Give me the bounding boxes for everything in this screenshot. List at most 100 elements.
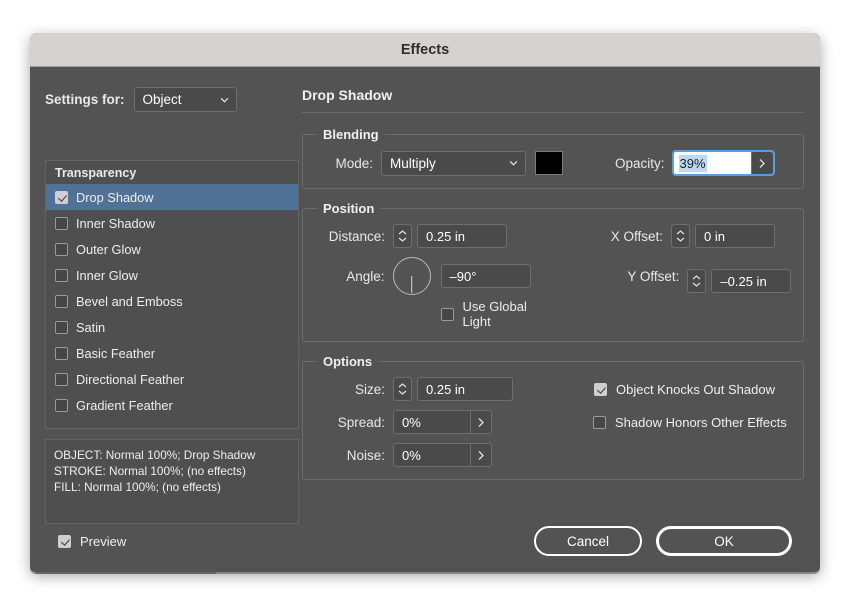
checkbox-bevel-and-emboss[interactable]	[55, 294, 68, 308]
dialog-titlebar: Effects	[30, 33, 820, 67]
y-offset-label: Y Offset:	[627, 269, 680, 284]
noise-popup-button[interactable]	[470, 443, 492, 467]
y-offset-input[interactable]: –0.25 in	[711, 269, 791, 293]
list-item-basic-feather[interactable]: Basic Feather	[46, 340, 298, 366]
shadow-honors-row[interactable]: Shadow Honors Other Effects	[593, 415, 787, 430]
distance-stepper[interactable]	[393, 224, 412, 248]
list-item-label: Basic Feather	[76, 345, 155, 361]
blend-mode-value: Multiply	[390, 155, 436, 171]
checkbox-basic-feather[interactable]	[55, 346, 68, 360]
chevron-right-icon	[759, 158, 765, 168]
distance-input[interactable]: 0.25 in	[417, 224, 507, 248]
checkbox-inner-shadow[interactable]	[55, 216, 68, 230]
checkbox-directional-feather[interactable]	[55, 372, 68, 386]
angle-label: Angle:	[346, 269, 385, 284]
blend-mode-label: Mode:	[335, 155, 373, 171]
checkbox-use-global-light[interactable]	[440, 307, 454, 321]
angle-dial[interactable]	[392, 257, 431, 295]
cancel-button[interactable]: Cancel	[534, 526, 642, 556]
angle-row: Angle: –90° Use Global Light Y Offset: –…	[315, 257, 791, 329]
list-item-label: Drop Shadow	[76, 189, 154, 205]
list-item-directional-feather[interactable]: Directional Feather	[46, 366, 298, 392]
use-global-light-row[interactable]: Use Global Light	[440, 299, 558, 329]
list-item-label: Bevel and Emboss	[76, 293, 183, 309]
size-stepper[interactable]	[393, 377, 412, 401]
angle-input[interactable]: –90°	[440, 264, 531, 288]
effects-dialog: Effects Settings for: Object Transparenc…	[30, 33, 820, 572]
checkbox-preview[interactable]	[58, 534, 71, 548]
opacity-popup-button[interactable]	[750, 152, 773, 174]
size-row: Size: 0.25 in Object Knocks Out Shadow	[315, 377, 791, 401]
chevron-down-icon	[693, 282, 701, 287]
checkbox-gradient-feather[interactable]	[55, 398, 68, 412]
panel-divider	[302, 112, 804, 113]
distance-row: Distance: 0.25 in X Offset: 0 in	[315, 224, 791, 248]
dialog-footer: Preview Cancel OK	[30, 510, 820, 572]
knocks-out-shadow-row[interactable]: Object Knocks Out Shadow	[594, 382, 775, 397]
effects-list-header: Transparency	[55, 166, 137, 180]
checkbox-outer-glow[interactable]	[55, 242, 68, 256]
preview-label: Preview	[80, 533, 127, 549]
checkbox-object-knocks-out-shadow[interactable]	[594, 382, 607, 396]
shadow-honors-label: Shadow Honors Other Effects	[615, 414, 787, 430]
chevron-down-icon	[676, 237, 685, 242]
shadow-color-swatch[interactable]	[535, 151, 563, 175]
checkbox-satin[interactable]	[55, 320, 68, 334]
x-offset-input[interactable]: 0 in	[695, 224, 775, 248]
distance-label: Distance:	[328, 228, 385, 244]
blend-mode-row: Mode: Multiply Opacity: 39%	[315, 150, 791, 176]
summary-line-object: OBJECT: Normal 100%; Drop Shadow	[54, 448, 256, 462]
chevron-up-icon	[693, 275, 701, 280]
position-legend: Position	[323, 201, 375, 216]
size-input[interactable]: 0.25 in	[417, 377, 513, 401]
opacity-label: Opacity:	[615, 155, 665, 171]
screen: Effects Settings for: Object Transparenc…	[0, 0, 850, 603]
list-item-gradient-feather[interactable]: Gradient Feather	[46, 392, 298, 418]
checkbox-inner-glow[interactable]	[55, 268, 68, 282]
spread-popup-button[interactable]	[470, 410, 492, 434]
x-offset-stepper[interactable]	[671, 224, 690, 248]
use-global-light-label: Use Global Light	[462, 299, 527, 329]
chevron-down-icon	[509, 160, 518, 166]
chevron-up-icon	[398, 383, 407, 388]
opacity-value-text[interactable]: 39%	[674, 154, 751, 172]
opacity-value: 39%	[678, 154, 707, 172]
settings-for-select[interactable]: Object	[133, 87, 237, 112]
preview-row[interactable]: Preview	[58, 534, 126, 549]
list-item-drop-shadow[interactable]: Drop Shadow	[46, 184, 298, 210]
opacity-input[interactable]: 39%	[671, 150, 775, 176]
list-item-satin[interactable]: Satin	[46, 314, 298, 340]
chevron-right-icon	[478, 417, 484, 427]
list-item-inner-shadow[interactable]: Inner Shadow	[46, 210, 298, 236]
chevron-down-icon	[398, 390, 407, 395]
position-group: Position Distance: 0.25 in X Offset: 0 i…	[302, 201, 804, 342]
noise-label: Noise:	[346, 447, 385, 463]
spread-input[interactable]: 0%	[393, 410, 471, 434]
effects-list[interactable]: Transparency Drop Shadow Inner Shadow Ou…	[45, 160, 299, 429]
blending-legend: Blending	[323, 127, 379, 142]
list-item-outer-glow[interactable]: Outer Glow	[46, 236, 298, 262]
list-item-inner-glow[interactable]: Inner Glow	[46, 262, 298, 288]
blending-group: Blending Mode: Multiply Opacity: 39%	[302, 127, 804, 189]
options-legend: Options	[323, 354, 373, 369]
x-offset-label: X Offset:	[610, 228, 663, 244]
list-item-bevel-and-emboss[interactable]: Bevel and Emboss	[46, 288, 298, 314]
y-offset-stepper[interactable]	[687, 269, 707, 293]
settings-for-value: Object	[142, 92, 182, 107]
noise-input[interactable]: 0%	[393, 443, 471, 467]
list-item-label: Satin	[76, 319, 106, 335]
spread-row: Spread: 0% Shadow Honors Other Effects	[315, 410, 791, 434]
list-item-label: Gradient Feather	[76, 397, 173, 413]
list-item-label: Inner Shadow	[76, 215, 155, 231]
effect-settings-panel: Drop Shadow Blending Mode: Multiply Opac…	[302, 87, 804, 492]
noise-row: Noise: 0%	[315, 443, 791, 467]
chevron-down-icon	[398, 237, 407, 242]
checkbox-shadow-honors-other-effects[interactable]	[593, 415, 606, 429]
chevron-up-icon	[398, 230, 407, 235]
ok-button[interactable]: OK	[656, 526, 792, 556]
checkbox-drop-shadow[interactable]	[55, 190, 68, 204]
panel-title: Drop Shadow	[302, 87, 393, 103]
list-item-label: Outer Glow	[76, 241, 141, 257]
blend-mode-select[interactable]: Multiply	[381, 150, 526, 176]
list-item-label: Inner Glow	[76, 267, 138, 283]
